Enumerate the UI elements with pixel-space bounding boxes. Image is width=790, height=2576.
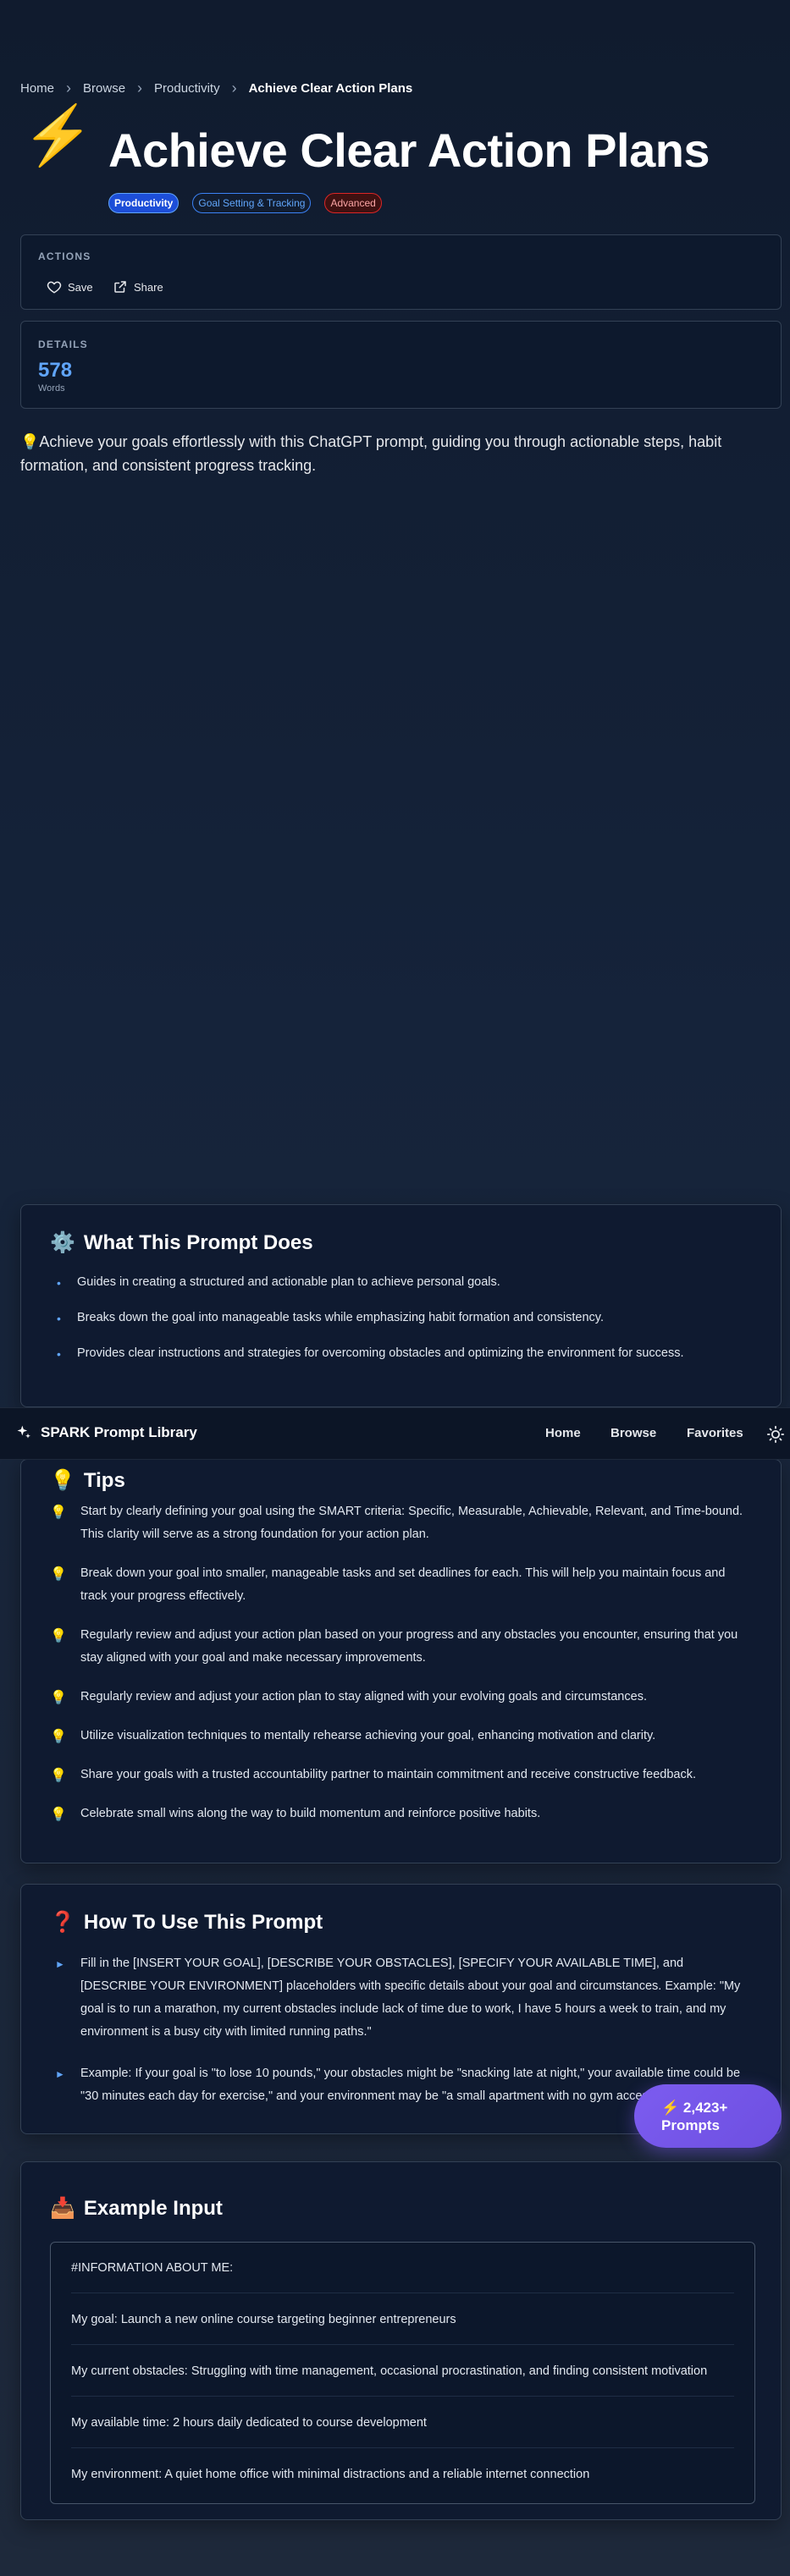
prompt-count-button[interactable]: ⚡ 2,423+ Prompts <box>634 2084 782 2148</box>
tips-heading: 💡 Tips <box>50 1468 125 1493</box>
sun-icon[interactable] <box>766 1425 785 1444</box>
brand-name: SPARK Prompt Library <box>41 1424 197 1440</box>
question-icon: ❓ <box>50 1911 75 1934</box>
share-icon <box>114 281 126 293</box>
what-prompt-does-list: • Guides in creating a structured and act… <box>50 1271 752 1378</box>
list-item: 💡 Celebrate small wins along the way to b… <box>50 1803 752 1825</box>
list-item: 💡 Share your goals with a trusted account… <box>50 1764 752 1786</box>
dot-icon: • <box>57 1276 61 1290</box>
breadcrumb-browse[interactable]: Browse <box>83 81 125 96</box>
gear-icon: ⚙️ <box>50 1231 75 1254</box>
lightbulb-icon: 💡 <box>50 1505 67 1520</box>
lightbulb-icon: 💡 <box>50 1629 67 1643</box>
example-line: My environment: A quiet home office with… <box>71 2468 590 2481</box>
chevron-right-icon: › <box>137 80 143 96</box>
details-panel: DETAILS 578 Words <box>20 321 782 409</box>
breadcrumb-productivity[interactable]: Productivity <box>154 81 220 96</box>
tips-title: Tips <box>83 1468 125 1492</box>
lightbulb-icon: 💡 <box>50 1567 67 1582</box>
tag-subcategory[interactable]: Goal Setting & Tracking <box>192 193 312 213</box>
how-to-use-heading: ❓ How To Use This Prompt <box>50 1910 323 1935</box>
share-label: Share <box>134 280 163 294</box>
tag-category[interactable]: Productivity <box>108 193 180 213</box>
example-line: My current obstacles: Struggling with ti… <box>71 2346 734 2397</box>
lightbulb-icon: 💡 <box>50 1808 67 1822</box>
play-icon: ► <box>55 2068 65 2080</box>
page-title: Achieve Clear Action Plans <box>108 124 710 177</box>
list-item: • Breaks down the goal into manageable ta… <box>50 1307 752 1329</box>
list-item: 💡 Regularly review and adjust your action… <box>50 1686 752 1709</box>
brand-logo[interactable]: SPARK Prompt Library <box>15 1424 197 1441</box>
navbar: SPARK Prompt Library Home Browse Favorit… <box>0 1407 790 1460</box>
list-item: 💡 Break down your goal into smaller, mana… <box>50 1562 752 1608</box>
chevron-right-icon: › <box>66 80 72 96</box>
prompt-count-label: Prompts <box>661 2116 720 2133</box>
lightbulb-icon: 💡 <box>50 1469 75 1492</box>
save-label: Save <box>68 280 93 294</box>
actions-label: ACTIONS <box>38 250 91 262</box>
example-line: My available time: 2 hours daily dedicat… <box>71 2397 734 2448</box>
inbox-icon: 📥 <box>50 2197 75 2220</box>
nav-home[interactable]: Home <box>545 1426 581 1440</box>
list-item: • Provides clear instructions and strateg… <box>50 1342 752 1365</box>
prompt-count: ⚡ 2,423+ <box>661 2099 728 2116</box>
breadcrumb: Home › Browse › Productivity › Achieve C… <box>20 78 412 98</box>
word-count-label: Words <box>38 383 65 394</box>
prompt-description: 💡Achieve your goals effortlessly with th… <box>20 433 722 474</box>
breadcrumb-current: Achieve Clear Action Plans <box>248 80 413 96</box>
tips-card: 💡 Tips 💡 Start by clearly defining your g… <box>20 1459 782 1863</box>
play-icon: ► <box>55 1958 65 1970</box>
save-button[interactable]: Save <box>47 278 93 296</box>
share-button[interactable]: Share <box>113 278 163 296</box>
chevron-right-icon: › <box>231 80 237 96</box>
what-prompt-does-card: ⚙️ What This Prompt Does • Guides in crea… <box>20 1204 782 1407</box>
details-label: DETAILS <box>38 339 88 350</box>
example-input-card: 📥 Example Input #INFORMATION ABOUT ME: M… <box>20 2161 782 2520</box>
list-item: 💡 Start by clearly defining your goal usi… <box>50 1500 752 1546</box>
tag-difficulty: Advanced <box>324 193 382 213</box>
example-input-heading: 📥 Example Input <box>50 2196 223 2221</box>
dot-icon: • <box>57 1347 61 1361</box>
how-to-use-title: How To Use This Prompt <box>83 1910 323 1934</box>
example-line: My goal: Launch a new online course targ… <box>71 2294 734 2345</box>
lightbulb-icon: 💡 <box>50 1691 67 1705</box>
heart-icon <box>47 281 62 294</box>
lightbulb-icon: 💡 <box>50 1769 67 1783</box>
sparkle-icon <box>17 1425 30 1439</box>
nav-browse[interactable]: Browse <box>610 1426 656 1440</box>
example-line: #INFORMATION ABOUT ME: <box>71 2243 734 2293</box>
list-item: 💡 Utilize visualization techniques to men… <box>50 1725 752 1748</box>
tips-list: 💡 Start by clearly defining your goal usi… <box>50 1500 752 1841</box>
dot-icon: • <box>57 1312 61 1325</box>
nav-favorites[interactable]: Favorites <box>687 1426 743 1440</box>
example-input-box: #INFORMATION ABOUT ME: My goal: Launch a… <box>50 2242 755 2504</box>
actions-panel: ACTIONS Save Share <box>20 234 782 310</box>
lightbulb-icon: 💡 <box>50 1730 67 1744</box>
list-item: ► Fill in the [INSERT YOUR GOAL], [DESCRI… <box>50 1952 752 2044</box>
tag-list: Productivity Goal Setting & Tracking Adv… <box>108 193 382 213</box>
example-input-title: Example Input <box>83 2196 223 2220</box>
list-item: • Guides in creating a structured and act… <box>50 1271 752 1294</box>
word-count: 578 <box>38 359 73 382</box>
lightning-icon: ⚡ <box>22 103 94 168</box>
what-prompt-does-heading: ⚙️ What This Prompt Does <box>50 1230 313 1255</box>
list-item: 💡 Regularly review and adjust your action… <box>50 1624 752 1670</box>
what-prompt-does-title: What This Prompt Does <box>83 1230 313 1254</box>
breadcrumb-home[interactable]: Home <box>20 81 54 96</box>
